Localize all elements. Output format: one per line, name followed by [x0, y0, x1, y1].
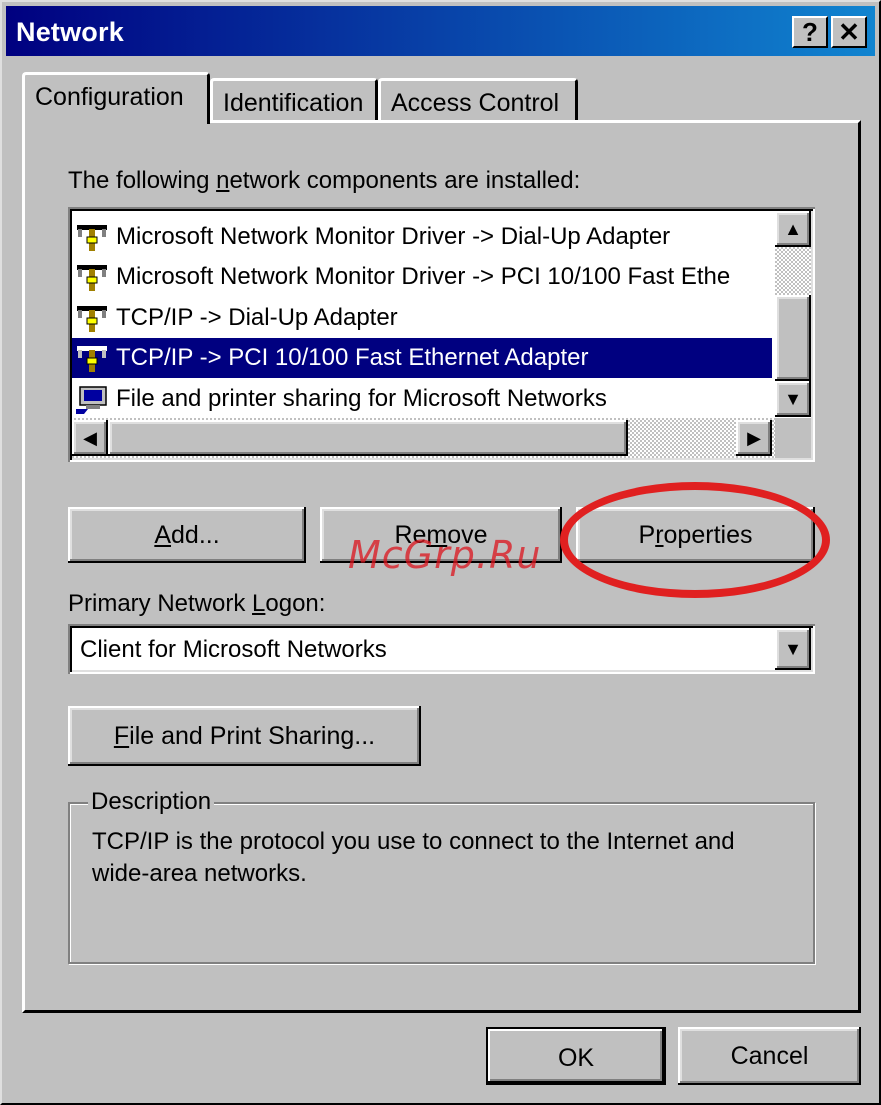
description-text: TCP/IP is the protocol you use to connec…	[92, 828, 735, 887]
primary-logon-value: Client for Microsoft Networks	[80, 636, 387, 663]
highlight-circle	[560, 482, 830, 598]
ok-button-label: OK	[557, 1044, 595, 1072]
components-list-items: Microsoft Network Monitor Driver -> Dial…	[72, 211, 772, 418]
watermark: McGrp.Ru	[348, 533, 542, 577]
title-bar[interactable]: Network ? ✕	[6, 6, 875, 56]
scroll-down-button[interactable]: ▼	[775, 381, 811, 417]
computer-share-icon	[76, 386, 107, 414]
description-group: Description TCP/IP is the protocol you u…	[68, 788, 815, 964]
add-button[interactable]: Add...	[68, 507, 306, 563]
network-dialog: Network ? ✕ Configuration Identification…	[0, 0, 881, 1105]
vertical-scrollbar[interactable]: ▲ ▼	[775, 211, 811, 417]
ok-button[interactable]: OK	[486, 1027, 666, 1085]
scrollbar-corner	[775, 418, 811, 458]
tab-identification-label: Identification	[223, 89, 364, 117]
window-title: Network	[16, 17, 124, 47]
file-print-sharing-button[interactable]: File and Print Sharing...	[68, 706, 421, 766]
arrow-up-icon: ▲	[784, 219, 802, 239]
arrow-left-icon: ◀	[83, 428, 97, 448]
chevron-down-icon: ▼	[784, 639, 802, 659]
cancel-button[interactable]: Cancel	[678, 1027, 861, 1085]
network-protocol-icon	[77, 306, 107, 332]
list-item[interactable]: File and printer sharing for Microsoft N…	[72, 379, 772, 418]
list-item-selected[interactable]: TCP/IP -> PCI 10/100 Fast Ethernet Adapt…	[72, 338, 772, 378]
tab-identification[interactable]: Identification	[210, 78, 378, 122]
dropdown-button[interactable]: ▼	[775, 628, 811, 670]
arrow-right-icon: ▶	[747, 428, 761, 448]
help-icon: ?	[802, 17, 818, 47]
horizontal-scrollbar[interactable]: ◀ ▶	[72, 418, 775, 458]
list-item[interactable]: TCP/IP -> Dial-Up Adapter	[72, 298, 772, 338]
network-protocol-icon	[77, 265, 107, 291]
components-list[interactable]: Microsoft Network Monitor Driver -> Dial…	[68, 207, 815, 462]
description-legend: Description	[88, 788, 215, 816]
network-protocol-icon	[77, 225, 107, 251]
primary-logon-select[interactable]: Client for Microsoft Networks ▼	[68, 624, 815, 674]
close-icon: ✕	[838, 17, 860, 47]
arrow-down-icon: ▼	[784, 389, 802, 409]
network-protocol-icon	[77, 346, 107, 372]
logon-label: Primary Network Logon:	[68, 590, 326, 617]
tab-access-control-label: Access Control	[391, 89, 560, 117]
tab-configuration[interactable]: Configuration	[22, 72, 210, 124]
tab-configuration-label: Configuration	[35, 83, 184, 111]
list-item[interactable]: Microsoft Network Monitor Driver -> PCI …	[72, 257, 772, 297]
horizontal-scroll-thumb[interactable]	[108, 420, 628, 456]
scroll-left-button[interactable]: ◀	[72, 420, 108, 456]
file-print-sharing-label: File and Print Sharing...	[113, 722, 376, 750]
components-label: The following network components are ins…	[68, 167, 581, 194]
vertical-scroll-thumb[interactable]	[775, 295, 811, 381]
scroll-right-button[interactable]: ▶	[736, 420, 772, 456]
scroll-up-button[interactable]: ▲	[775, 211, 811, 247]
help-button[interactable]: ?	[792, 16, 828, 48]
close-button[interactable]: ✕	[831, 16, 867, 48]
tab-access-control[interactable]: Access Control	[378, 78, 578, 122]
add-button-label: Add...	[154, 521, 220, 549]
list-item[interactable]: Microsoft Network Monitor Driver -> Dial…	[72, 217, 772, 257]
cancel-button-label: Cancel	[730, 1042, 809, 1070]
